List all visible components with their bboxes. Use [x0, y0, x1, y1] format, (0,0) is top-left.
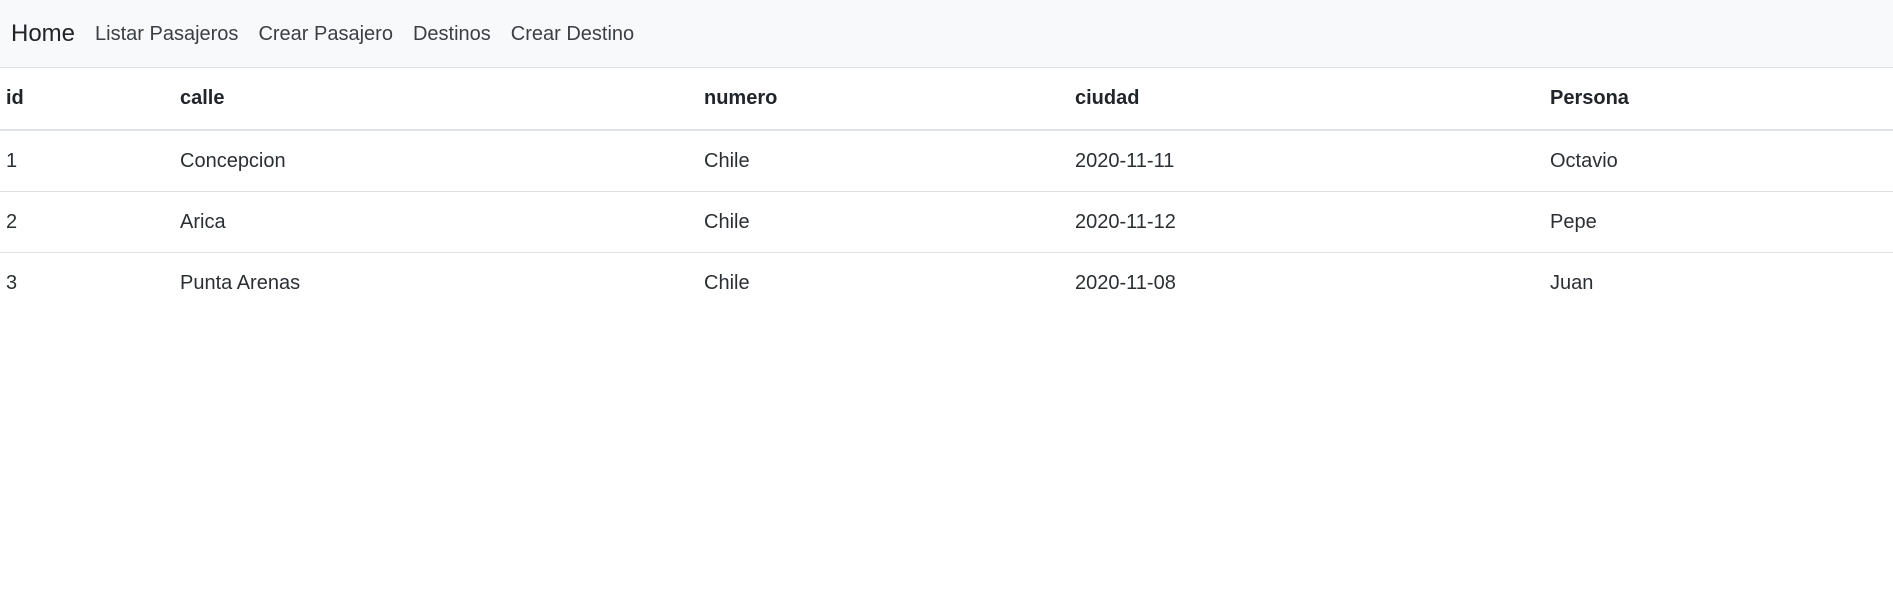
nav-links: Listar Pasajeros Crear Pasajero Destinos… [95, 24, 654, 44]
table-row: 3 Punta Arenas Chile 2020-11-08 Juan [0, 253, 1893, 314]
table-cell-calle: Arica [174, 191, 698, 253]
table-cell-numero: Chile [704, 271, 750, 294]
table-cell-calle: Concepcion [174, 130, 698, 192]
navbar-brand-home[interactable]: Home [11, 21, 75, 46]
column-header-calle: calle [174, 68, 698, 131]
table-cell-id: 2 [0, 191, 174, 253]
nav-link-crear-pasajero[interactable]: Crear Pasajero [258, 24, 393, 44]
table-cell-ciudad: 2020-11-08 [1075, 271, 1176, 294]
table-cell-persona: Juan [1550, 271, 1594, 294]
table-cell-ciudad: 2020-11-12 [1069, 191, 1544, 253]
navbar: Home Listar Pasajeros Crear Pasajero Des… [0, 0, 1893, 68]
table-cell-calle: Punta Arenas [180, 271, 301, 294]
table-row: 1 Concepcion Chile 2020-11-11 Octavio [0, 130, 1893, 192]
column-header-persona: Persona [1544, 68, 1893, 131]
table-cell-ciudad: 2020-11-11 [1069, 130, 1544, 192]
destinations-table: id calle numero ciudad Persona 1 Concepc… [0, 68, 1893, 313]
table-cell-numero: Chile [698, 130, 1069, 192]
table-header-row: id calle numero ciudad Persona [0, 68, 1893, 131]
table-row: 2 Arica Chile 2020-11-12 Pepe [0, 191, 1893, 253]
column-header-ciudad: ciudad [1069, 68, 1544, 131]
column-header-numero: numero [698, 68, 1069, 131]
nav-link-destinos[interactable]: Destinos [413, 24, 491, 44]
table-cell-numero: Chile [698, 191, 1069, 253]
column-header-id: id [0, 68, 174, 131]
table-cell-persona: Pepe [1544, 191, 1893, 253]
nav-link-crear-destino[interactable]: Crear Destino [511, 24, 634, 44]
table-cell-id: 3 [6, 271, 18, 294]
table-header: id calle numero ciudad Persona [0, 68, 1893, 131]
table-cell-persona: Octavio [1544, 130, 1893, 192]
table-body: 1 Concepcion Chile 2020-11-11 Octavio 2 … [0, 130, 1893, 313]
table-cell-id: 1 [0, 130, 174, 192]
nav-link-listar-pasajeros[interactable]: Listar Pasajeros [95, 24, 238, 44]
